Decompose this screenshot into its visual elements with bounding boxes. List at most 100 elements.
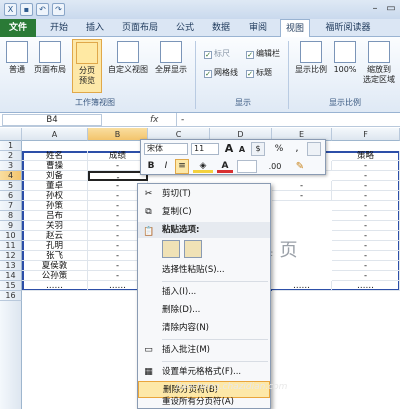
row-header[interactable]: 11 — [0, 241, 22, 251]
borders-icon[interactable] — [237, 160, 257, 173]
ruler-checkbox[interactable]: ✓ 标尺 — [204, 49, 230, 59]
paste-values-icon[interactable] — [184, 240, 202, 258]
fx-icon[interactable]: fx — [150, 113, 170, 127]
row-header[interactable]: 9 — [0, 221, 22, 231]
minimize-icon[interactable]: – — [368, 2, 382, 16]
name-cell[interactable]: 张飞 — [22, 251, 88, 261]
name-cell[interactable]: 孙策 — [22, 201, 88, 211]
column-header[interactable]: B — [88, 128, 148, 141]
data-cell[interactable]: - — [272, 191, 332, 201]
menu-paste-special[interactable]: 选择性粘贴(S)... — [138, 262, 270, 279]
name-cell[interactable]: 孙权 — [22, 191, 88, 201]
strategy-cell[interactable]: …… — [332, 281, 400, 291]
tab-review[interactable]: 审阅 — [243, 19, 273, 37]
italic-button[interactable]: I — [160, 160, 172, 173]
clear-format-icon[interactable]: ✎ — [293, 160, 307, 173]
page-layout-view-button[interactable]: 页面布局 — [32, 41, 68, 75]
strategy-cell[interactable]: - — [332, 171, 400, 181]
strategy-cell[interactable]: - — [332, 261, 400, 271]
redo-icon[interactable]: ↷ — [52, 3, 65, 16]
name-cell[interactable]: 关羽 — [22, 221, 88, 231]
paste-option-icon[interactable] — [162, 240, 180, 258]
font-size-select[interactable]: 11 — [191, 143, 219, 155]
formula-input[interactable]: - — [176, 113, 396, 127]
name-cell[interactable]: 刘备 — [22, 171, 88, 181]
row-header[interactable]: 13 — [0, 261, 22, 271]
tab-page-layout[interactable]: 页面布局 — [116, 19, 164, 37]
gridlines-checkbox[interactable]: ✓ 网格线 — [204, 68, 238, 78]
strategy-cell[interactable]: - — [332, 251, 400, 261]
row-header[interactable]: 12 — [0, 251, 22, 261]
percent-icon[interactable]: % — [273, 142, 285, 156]
header-cell-score[interactable]: 成绩 — [88, 151, 148, 161]
row-header[interactable]: 10 — [0, 231, 22, 241]
name-cell[interactable]: 夏侯敦 — [22, 261, 88, 271]
full-screen-button[interactable]: 全屏显示 — [150, 41, 192, 75]
strategy-cell[interactable]: - — [332, 181, 400, 191]
menu-delete[interactable]: 删除(D)... — [138, 302, 270, 319]
page-break-preview-button[interactable]: 分页 预览 — [72, 39, 102, 93]
bold-button[interactable]: B — [145, 160, 157, 173]
header-cell-strategy[interactable]: 策略 — [332, 151, 400, 161]
row-header[interactable]: 8 — [0, 211, 22, 221]
row-header[interactable]: 7 — [0, 201, 22, 211]
grow-font-icon[interactable]: A — [223, 142, 235, 156]
tab-formulas[interactable]: 公式 — [170, 19, 200, 37]
name-cell[interactable]: 吕布 — [22, 211, 88, 221]
zoom-button[interactable]: 显示比例 — [292, 41, 330, 75]
name-cell[interactable]: 董卓 — [22, 181, 88, 191]
center-align-button[interactable]: ≡ — [175, 159, 189, 174]
menu-reset-all-page-breaks[interactable]: 重设所有分页符(A) — [138, 395, 270, 409]
active-cell-b4[interactable]: - — [88, 171, 148, 181]
strategy-cell[interactable]: - — [332, 221, 400, 231]
row-header[interactable]: 3 — [0, 161, 22, 171]
row-header[interactable]: 16 — [0, 291, 22, 301]
row-header[interactable]: 15 — [0, 281, 22, 291]
decimal-icon[interactable]: .00 — [261, 160, 289, 173]
menu-insert-comment[interactable]: ▭ 插入批注(M) — [138, 342, 270, 359]
number-format-icon[interactable]: $ — [251, 142, 265, 156]
select-all-corner[interactable] — [0, 128, 22, 141]
column-header[interactable]: A — [22, 128, 88, 141]
name-cell[interactable]: 公孙策 — [22, 271, 88, 281]
tab-file[interactable]: 文件 — [0, 19, 36, 37]
name-box[interactable]: B4 — [2, 114, 102, 126]
row-header[interactable]: 2 — [0, 151, 22, 161]
custom-views-button[interactable]: 自定义视图 — [106, 41, 150, 75]
comma-style-icon[interactable]: , — [291, 142, 303, 156]
column-header[interactable]: F — [332, 128, 400, 141]
menu-clear-contents[interactable]: 清除内容(N) — [138, 320, 270, 337]
data-cell[interactable]: - — [272, 181, 332, 191]
row-header[interactable]: 14 — [0, 271, 22, 281]
undo-icon[interactable]: ↶ — [36, 3, 49, 16]
strategy-cell[interactable]: - — [332, 271, 400, 281]
tab-view[interactable]: 视图 — [280, 19, 310, 38]
menu-format-cells[interactable]: ▦ 设置单元格格式(F)... — [138, 364, 270, 381]
name-cell[interactable]: 孔明 — [22, 241, 88, 251]
strategy-cell[interactable]: - — [332, 211, 400, 221]
strategy-cell[interactable]: - — [332, 201, 400, 211]
format-painter-icon[interactable] — [307, 142, 321, 156]
normal-view-button[interactable]: 普通 — [4, 41, 30, 75]
row-header[interactable]: 5 — [0, 181, 22, 191]
tab-foxit-reader[interactable]: 福昕阅读器 — [318, 19, 378, 37]
restore-icon[interactable]: ▭ — [384, 2, 398, 16]
score-cell[interactable]: - — [88, 161, 148, 171]
row-header[interactable]: 6 — [0, 191, 22, 201]
formula-bar-checkbox[interactable]: ✓ 编辑栏 — [246, 49, 280, 59]
save-icon[interactable]: ▪ — [20, 3, 33, 16]
tab-home[interactable]: 开始 — [44, 19, 74, 37]
font-select[interactable]: 宋体 — [144, 143, 188, 155]
row-header[interactable]: 1 — [0, 141, 22, 151]
zoom-selection-button[interactable]: 缩放到 选定区域 — [360, 41, 398, 85]
fill-color-icon[interactable]: ◈ — [193, 160, 213, 173]
strategy-cell[interactable]: - — [332, 191, 400, 201]
name-cell[interactable]: …… — [22, 281, 88, 291]
tab-data[interactable]: 数据 — [206, 19, 236, 37]
menu-insert[interactable]: 插入(I)... — [138, 284, 270, 301]
menu-cut[interactable]: ✂ 剪切(T) — [138, 186, 270, 203]
menu-copy[interactable]: ⧉ 复制(C) — [138, 204, 270, 221]
strategy-cell[interactable]: - — [332, 161, 400, 171]
data-cell[interactable]: …… — [272, 281, 332, 291]
headings-checkbox[interactable]: ✓ 标题 — [246, 68, 272, 78]
